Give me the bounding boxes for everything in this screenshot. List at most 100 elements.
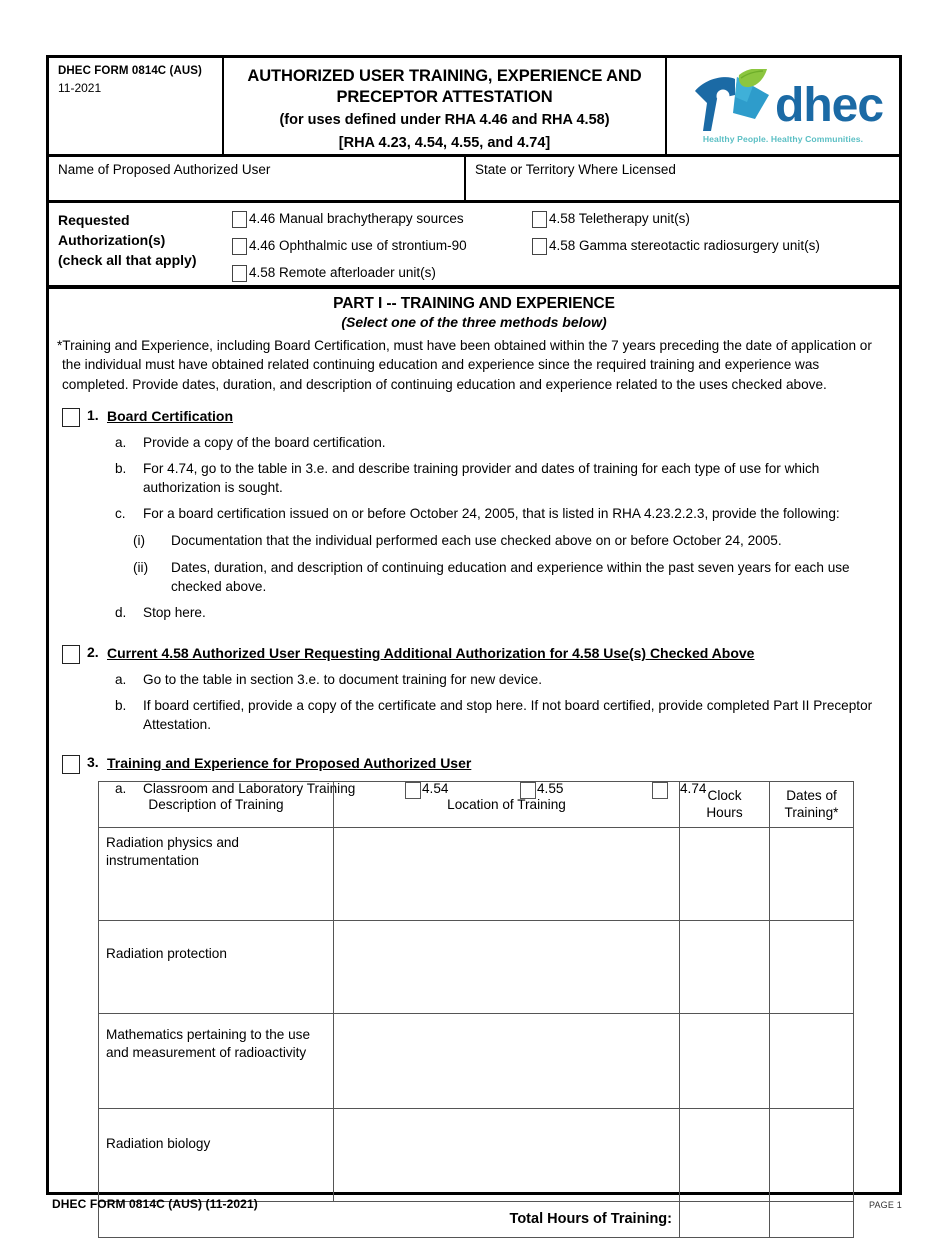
method-1-body: a. Provide a copy of the board certifica… xyxy=(107,433,899,622)
form-subtitle-line2: [RHA 4.23, 4.54, 4.55, and 4.74] xyxy=(338,134,551,151)
row-location-input[interactable] xyxy=(333,826,680,921)
checkbox-icon[interactable] xyxy=(232,211,247,228)
method-1-item-d: d. Stop here. xyxy=(115,603,899,622)
form-title-block: AUTHORIZED USER TRAINING, EXPERIENCE AND… xyxy=(224,58,667,154)
requested-label-line1: Requested xyxy=(58,212,130,228)
auth-option-label: 4.46 Ophthalmic use of strontium-90 xyxy=(249,238,467,253)
list-marker: (i) xyxy=(133,533,146,549)
auth-option-label: 4.46 Manual brachytherapy sources xyxy=(249,211,464,226)
footer-page-number: PAGE 1 xyxy=(868,1200,902,1210)
svg-text:dhec: dhec xyxy=(775,79,883,132)
form-number: DHEC FORM 0814C (AUS) xyxy=(58,65,202,77)
form-subtitle-line1: (for uses defined under RHA 4.46 and RHA… xyxy=(279,112,610,129)
row-description: Mathematics pertaining to the use and me… xyxy=(98,1012,334,1109)
row-location-input[interactable] xyxy=(333,919,680,1014)
footer-form-id: DHEC FORM 0814C (AUS) (11-2021) xyxy=(52,1197,258,1211)
method-1-item-b: b. For 4.74, go to the table in 3.e. and… xyxy=(115,459,899,497)
row-location-input[interactable] xyxy=(333,1107,680,1202)
table-row: Mathematics pertaining to the use and me… xyxy=(98,1012,854,1109)
row-description: Radiation biology xyxy=(98,1107,334,1202)
method-2-item-b: b. If board certified, provide a copy of… xyxy=(115,696,889,734)
checkbox-icon[interactable] xyxy=(532,238,547,255)
method-1-item-a: a. Provide a copy of the board certifica… xyxy=(115,433,899,452)
part1-title: PART I -- TRAINING AND EXPERIENCE xyxy=(333,295,615,312)
row-clock-hours-input[interactable] xyxy=(679,1107,770,1202)
auth-option-manual-brachytherapy[interactable]: 4.46 Manual brachytherapy sources xyxy=(232,211,464,228)
form-title-line1: AUTHORIZED USER TRAINING, EXPERIENCE AND xyxy=(247,67,642,85)
name-field-cell[interactable]: Name of Proposed Authorized User xyxy=(49,157,466,200)
row-dates-input[interactable] xyxy=(769,919,854,1014)
list-text: If board certified, provide a copy of th… xyxy=(143,698,873,733)
form-header: DHEC FORM 0814C (AUS) 11-2021 AUTHORIZED… xyxy=(49,58,899,157)
part1-section: PART I -- TRAINING AND EXPERIENCE (Selec… xyxy=(49,289,899,803)
method-2-number: 2. xyxy=(87,644,99,661)
method-2-heading: Current 4.58 Authorized User Requesting … xyxy=(107,645,755,662)
dhec-logo-svg: dhec xyxy=(695,68,884,132)
auth-option-gamma-stereotactic[interactable]: 4.58 Gamma stereotactic radiosurgery uni… xyxy=(532,238,820,255)
dhec-logo-graphic: dhec Healthy People. Healthy Communities… xyxy=(677,68,889,144)
list-marker: b. xyxy=(115,460,127,476)
form-page: DHEC FORM 0814C (AUS) 11-2021 AUTHORIZED… xyxy=(0,0,950,1238)
list-text: For a board certification issued on or b… xyxy=(143,505,840,521)
method-2-body: a. Go to the table in section 3.e. to do… xyxy=(107,670,889,734)
method-2-item-a: a. Go to the table in section 3.e. to do… xyxy=(115,670,889,689)
form-number-block: DHEC FORM 0814C (AUS) 11-2021 xyxy=(49,58,224,154)
form-outer-frame: DHEC FORM 0814C (AUS) 11-2021 AUTHORIZED… xyxy=(46,55,902,1238)
row-location-input[interactable] xyxy=(333,1012,680,1109)
row-dates-input[interactable] xyxy=(769,1107,854,1202)
checkbox-icon[interactable] xyxy=(232,265,247,282)
list-text: For 4.74, go to the table in 3.e. and de… xyxy=(143,460,820,495)
col-header-dates-line1: Dates of xyxy=(786,788,837,803)
list-text: Stop here. xyxy=(143,605,206,621)
row-description: Radiation protection xyxy=(98,919,334,1014)
state-field-label: State or Territory Where Licensed xyxy=(475,162,676,177)
method-1-board-certification: 1. Board Certification a. Provide a copy… xyxy=(49,407,899,622)
checkbox-icon[interactable] xyxy=(62,755,80,775)
table-row: Radiation biology xyxy=(98,1107,854,1202)
checkbox-icon[interactable] xyxy=(62,645,80,665)
list-marker: a. xyxy=(115,434,127,450)
auth-option-teletherapy[interactable]: 4.58 Teletherapy unit(s) xyxy=(532,211,690,228)
row-dates-input[interactable] xyxy=(769,1012,854,1109)
list-marker: d. xyxy=(115,605,127,621)
form-title-line2: PRECEPTOR ATTESTATION xyxy=(336,88,553,107)
row-description: Radiation physics and instrumentation xyxy=(98,826,334,921)
method-1-item-c: c. For a board certification issued on o… xyxy=(115,504,899,523)
row-clock-hours-input[interactable] xyxy=(679,919,770,1014)
method-3-heading: Training and Experience for Proposed Aut… xyxy=(107,755,472,772)
auth-option-remote-afterloader[interactable]: 4.58 Remote afterloader unit(s) xyxy=(232,265,436,282)
checkbox-icon[interactable] xyxy=(232,238,247,255)
applicant-identity-row: Name of Proposed Authorized User State o… xyxy=(49,157,899,203)
requested-authorizations-row: Requested Authorization(s) (check all th… xyxy=(49,203,899,289)
page-footer: DHEC FORM 0814C (AUS) (11-2021) PAGE 1 xyxy=(52,1197,902,1211)
method-1-number: 1. xyxy=(87,406,99,423)
col-header-dates-line2: Training* xyxy=(784,805,839,821)
row-clock-hours-input[interactable] xyxy=(679,1012,770,1109)
list-text: Provide a copy of the board certificatio… xyxy=(143,434,386,450)
checkbox-icon[interactable] xyxy=(532,211,547,228)
col-header-clock-line1: Clock xyxy=(707,788,742,803)
method-1-item-c-ii: (ii) Dates, duration, and description of… xyxy=(115,558,899,596)
list-marker: (ii) xyxy=(133,560,149,576)
method-1-item-c-i: (i) Documentation that the individual pe… xyxy=(115,531,899,550)
checkbox-icon[interactable] xyxy=(62,407,80,427)
list-marker: c. xyxy=(115,505,126,521)
method-3-number: 3. xyxy=(87,754,99,771)
form-date: 11-2021 xyxy=(58,80,102,95)
table-row: Radiation protection xyxy=(98,919,854,1014)
agency-logo: dhec Healthy People. Healthy Communities… xyxy=(667,58,899,154)
name-field-label: Name of Proposed Authorized User xyxy=(58,162,271,177)
auth-option-ophthalmic-strontium[interactable]: 4.46 Ophthalmic use of strontium-90 xyxy=(232,238,467,255)
requested-label-line3: (check all that apply) xyxy=(58,251,197,268)
list-marker: a. xyxy=(115,672,127,688)
row-clock-hours-input[interactable] xyxy=(679,826,770,921)
col-header-clock-hours: Clock Hours xyxy=(679,781,770,828)
logo-tagline: Healthy People. Healthy Communities. xyxy=(702,134,864,144)
requested-authorizations-label: Requested Authorization(s) (check all th… xyxy=(58,211,238,271)
col-header-description: Description of Training xyxy=(98,781,334,828)
state-field-cell[interactable]: State or Territory Where Licensed xyxy=(466,157,899,200)
part1-intro-paragraph: *Training and Experience, including Boar… xyxy=(57,338,872,392)
col-header-clock-line2: Hours xyxy=(706,805,743,821)
part1-subtitle: (Select one of the three methods below) xyxy=(341,314,607,330)
row-dates-input[interactable] xyxy=(769,826,854,921)
